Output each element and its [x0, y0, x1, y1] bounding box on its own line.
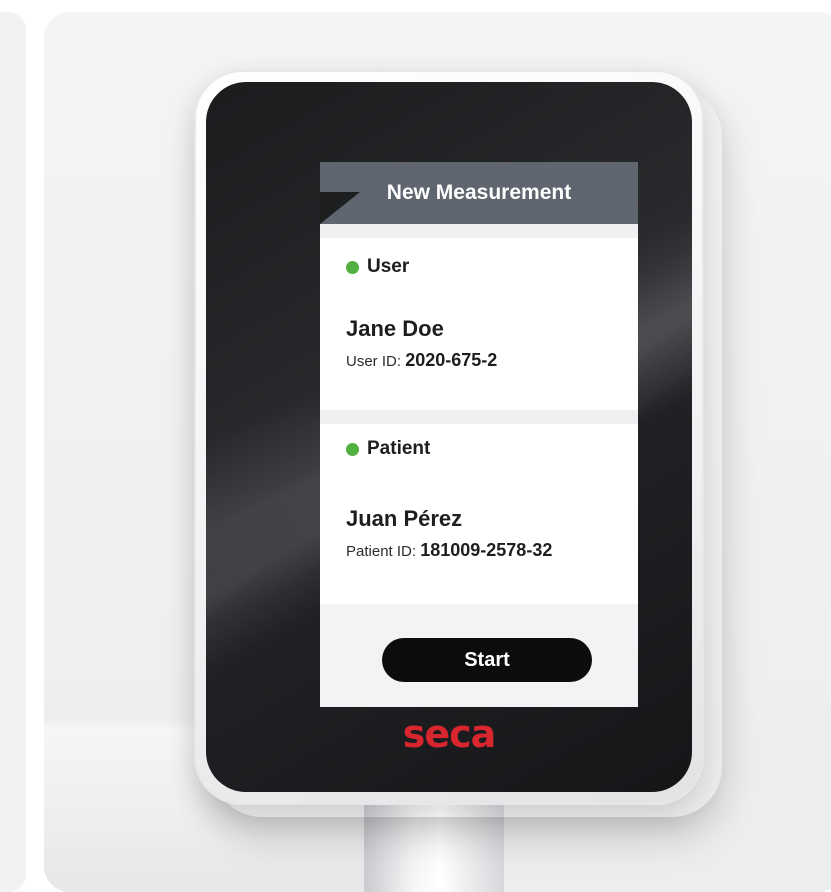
user-section[interactable]: User Jane Doe User ID: 2020-675-2 — [320, 238, 638, 410]
user-status-dot-icon — [346, 260, 359, 274]
user-id-line: User ID: 2020-675-2 — [346, 350, 497, 371]
section-divider — [320, 224, 638, 238]
start-button[interactable]: Start — [382, 638, 592, 682]
product-card: New Measurement User Jane Doe User ID: 2… — [44, 12, 831, 892]
patient-id-value: 181009-2578-32 — [420, 540, 553, 560]
page-frame: New Measurement User Jane Doe User ID: 2… — [0, 0, 831, 892]
bezel-reflection — [320, 192, 360, 224]
user-id-label: User ID: — [346, 353, 402, 370]
touch-screen: New Measurement User Jane Doe User ID: 2… — [320, 162, 638, 707]
section-divider — [320, 410, 638, 424]
patient-section-title: Patient — [346, 438, 430, 460]
patient-id-label: Patient ID: — [346, 543, 417, 560]
patient-id-line: Patient ID: 181009-2578-32 — [346, 540, 552, 561]
brand-logo: seca — [402, 712, 497, 756]
user-id-value: 2020-675-2 — [405, 350, 498, 370]
user-section-label: User — [367, 256, 410, 277]
left-panel — [0, 12, 26, 892]
screen-header: New Measurement — [320, 162, 638, 224]
user-name: Jane Doe — [346, 316, 444, 341]
patient-status-dot-icon — [346, 442, 359, 456]
user-section-title: User — [346, 256, 409, 278]
device-bezel: New Measurement User Jane Doe User ID: 2… — [206, 82, 692, 792]
patient-section-label: Patient — [367, 438, 431, 459]
patient-section[interactable]: Patient Juan Pérez Patient ID: 181009-25… — [320, 424, 638, 604]
patient-name: Juan Pérez — [346, 506, 463, 531]
screen-title: New Measurement — [386, 181, 572, 204]
